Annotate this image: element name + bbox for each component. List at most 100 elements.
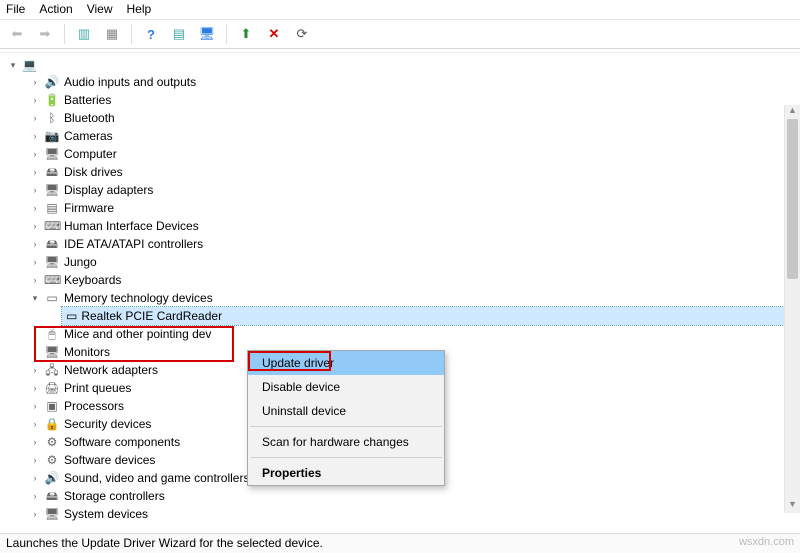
chevron-right-icon: › [30, 110, 40, 126]
category-icon: ▤ [44, 200, 60, 216]
tree-category-label: Display adapters [64, 182, 153, 198]
chevron-right-icon: › [30, 236, 40, 252]
tree-root[interactable]: ▾💻 [6, 57, 800, 73]
category-icon: ⌨ [44, 218, 60, 234]
tree-category-label: Storage controllers [64, 488, 165, 504]
context-menu-separator [250, 426, 442, 427]
chevron-right-icon: › [30, 416, 40, 432]
scan-hardware-button[interactable]: 🖥 [196, 23, 218, 45]
tree-category[interactable]: ▾▭Memory technology devices [28, 289, 800, 307]
scrollbar-thumb[interactable] [787, 119, 798, 279]
tree-category[interactable]: ›🖴Disk drives [28, 163, 800, 181]
tree-category-label: Bluetooth [64, 110, 115, 126]
vertical-scrollbar[interactable]: ▲ ▼ [784, 105, 800, 513]
uninstall-button[interactable]: ✕ [263, 23, 285, 45]
category-icon: 📷 [44, 128, 60, 144]
tree-category[interactable]: ›🖴Storage controllers [28, 487, 800, 505]
context-menu-scan-hardware[interactable]: Scan for hardware changes [248, 430, 444, 454]
category-icon: 🖨 [44, 380, 60, 396]
tree-category[interactable]: ›ᛒBluetooth [28, 109, 800, 127]
category-icon: 🔒 [44, 416, 60, 432]
icon-button[interactable]: ▤ [168, 23, 190, 45]
tree-category[interactable]: ›🔋Batteries [28, 91, 800, 109]
tree-category[interactable]: ›🖥System devices [28, 505, 800, 523]
scrollbar-down-arrow-icon[interactable]: ▼ [785, 499, 800, 513]
category-icon: 🖥 [44, 344, 60, 360]
chevron-right-icon: › [30, 272, 40, 288]
tree-category-label: Cameras [64, 128, 113, 144]
tree-category[interactable]: ›🖥Computer [28, 145, 800, 163]
tree-category[interactable]: ›🖥Jungo [28, 253, 800, 271]
back-button[interactable]: ⬅ [6, 23, 28, 45]
tree-category-label: IDE ATA/ATAPI controllers [64, 236, 203, 252]
tree-device[interactable]: ▭Realtek PCIE CardReader [62, 307, 800, 325]
chevron-right-icon: › [30, 92, 40, 108]
category-icon: 🖴 [44, 164, 60, 180]
chevron-right-icon: › [30, 128, 40, 144]
context-menu-uninstall-device[interactable]: Uninstall device [248, 399, 444, 423]
menu-action[interactable]: Action [39, 2, 72, 16]
scrollbar-up-arrow-icon[interactable]: ▲ [785, 105, 800, 119]
category-icon: 🖥 [44, 506, 60, 522]
tree-category-label: Audio inputs and outputs [64, 74, 196, 90]
enable-button[interactable]: ⬆ [235, 23, 257, 45]
category-icon: 🔊 [44, 470, 60, 486]
category-icon: 🖱 [44, 326, 60, 342]
menubar: File Action View Help [0, 0, 800, 20]
tree-category[interactable]: ›🖥Display adapters [28, 181, 800, 199]
tree-category[interactable]: ›📷Cameras [28, 127, 800, 145]
view-button[interactable]: ▦ [101, 23, 123, 45]
chevron-down-icon: ▾ [30, 290, 40, 306]
chevron-right-icon: › [30, 380, 40, 396]
tree-category-label: Processors [64, 398, 124, 414]
chevron-right-icon: › [30, 344, 40, 360]
tree-category-label: Security devices [64, 416, 151, 432]
menu-help[interactable]: Help [127, 2, 152, 16]
show-hide-tree-button[interactable]: ▥ [73, 23, 95, 45]
category-icon: 🖧 [44, 362, 60, 378]
tree-category[interactable]: ›⌨Human Interface Devices [28, 217, 800, 235]
chevron-right-icon: › [30, 362, 40, 378]
category-icon: ▭ [44, 290, 60, 306]
watermark: wsxdn.com [739, 536, 794, 551]
tree-category[interactable]: ›▤Firmware [28, 199, 800, 217]
tree-category-label: Jungo [64, 254, 97, 270]
category-icon: 🖥 [44, 146, 60, 162]
tree-category[interactable]: ›🖱Mice and other pointing dev [28, 325, 800, 343]
forward-button[interactable]: ➡ [34, 23, 56, 45]
context-menu-disable-device[interactable]: Disable device [248, 375, 444, 399]
tree-category-label: Batteries [64, 92, 111, 108]
category-icon: 🖴 [44, 488, 60, 504]
context-menu-separator [250, 457, 442, 458]
menu-view[interactable]: View [87, 2, 113, 16]
tree-category-label: Monitors [64, 344, 110, 360]
status-bar: Launches the Update Driver Wizard for th… [0, 533, 800, 553]
computer-icon: 💻 [22, 58, 37, 72]
chevron-right-icon: › [30, 74, 40, 90]
category-icon: 🖥 [44, 254, 60, 270]
tree-category-label: System devices [64, 506, 148, 522]
category-icon: 🔊 [44, 74, 60, 90]
toolbar-separator [64, 24, 65, 44]
tree-category-label: Disk drives [64, 164, 123, 180]
tree-category-label: Mice and other pointing dev [64, 326, 211, 342]
category-icon: ⚙ [44, 434, 60, 450]
update-driver-button[interactable]: ⟳ [291, 23, 313, 45]
tree-category-label: Human Interface Devices [64, 218, 199, 234]
chevron-right-icon: › [30, 254, 40, 270]
chevron-right-icon: › [30, 182, 40, 198]
status-text: Launches the Update Driver Wizard for th… [6, 536, 323, 551]
help-button[interactable]: ? [140, 23, 162, 45]
category-icon: ᛒ [44, 110, 60, 126]
tree-category[interactable]: ›🖴IDE ATA/ATAPI controllers [28, 235, 800, 253]
menu-file[interactable]: File [6, 2, 25, 16]
toolbar: ⬅ ➡ ▥ ▦ ? ▤ 🖥 ⬆ ✕ ⟳ [0, 20, 800, 49]
context-menu-update-driver[interactable]: Update driver [248, 351, 444, 375]
category-icon: ▣ [44, 398, 60, 414]
tree-category[interactable]: ›🔊Audio inputs and outputs [28, 73, 800, 91]
chevron-right-icon: › [30, 146, 40, 162]
context-menu-properties[interactable]: Properties [248, 461, 444, 485]
category-icon: 🖥 [44, 182, 60, 198]
tree-category-label: Firmware [64, 200, 114, 216]
tree-category[interactable]: ›⌨Keyboards [28, 271, 800, 289]
